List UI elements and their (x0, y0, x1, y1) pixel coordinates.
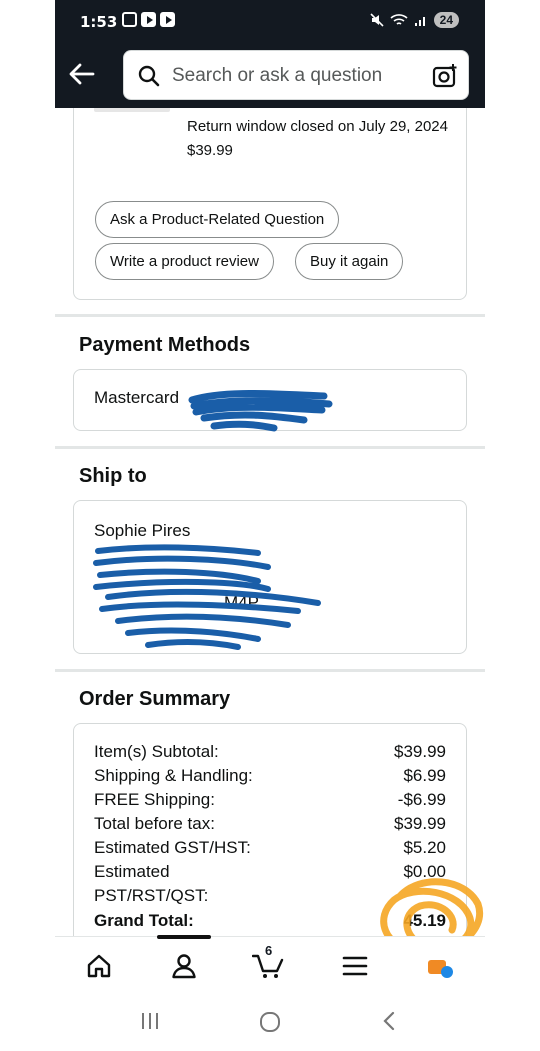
summary-value: $6.99 (403, 766, 446, 785)
nav-account[interactable] (164, 949, 204, 983)
grand-total-value: 45.19 (403, 911, 446, 930)
active-tab-indicator (157, 935, 211, 939)
payment-card-label: Mastercard (94, 388, 180, 407)
summary-label: Shipping & Handling: (94, 766, 253, 785)
order-details-content[interactable]: Return window closed on July 29, 2024 $3… (55, 108, 485, 936)
recipient-name: Sophie Pires (94, 521, 191, 540)
summary-value: $5.20 (403, 838, 446, 857)
summary-label: Total before tax: (94, 814, 215, 833)
system-status-icons: 24 (370, 12, 459, 28)
ship-to-title: Ship to (79, 465, 147, 487)
summary-value: -$6.99 (397, 790, 446, 809)
ask-question-button[interactable]: Ask a Product-Related Question (95, 201, 340, 238)
summary-value: $39.99 (394, 742, 446, 761)
wifi-icon (390, 14, 408, 25)
return-window-text: Return window closed on July 29, 2024 (187, 118, 448, 135)
search-input[interactable] (172, 63, 402, 89)
nav-home[interactable] (79, 949, 119, 983)
phone-screen: 1:53 24 Search or ask a question Return … (55, 0, 485, 1051)
item-info: Return window closed on July 29, 2024 $3… (187, 115, 457, 163)
redaction-scribble (188, 390, 333, 432)
payment-methods-title: Payment Methods (79, 334, 251, 356)
write-review-button[interactable]: Write a product review (95, 243, 274, 280)
search-icon (138, 65, 160, 87)
system-back-icon[interactable] (380, 1010, 398, 1032)
nav-menu[interactable] (335, 949, 375, 983)
camera-search-icon[interactable] (432, 63, 458, 89)
youtube-icon-2 (160, 12, 175, 27)
nav-rufus-assistant[interactable] (419, 949, 459, 983)
summary-row: Estimated PST/RST/QST: $0.00 (94, 860, 446, 908)
recent-apps-icon[interactable] (139, 1010, 161, 1032)
status-time: 1:53 (80, 13, 118, 31)
status-bar: 1:53 24 (55, 0, 485, 44)
summary-value: $39.99 (394, 814, 446, 833)
bottom-nav: 6 (55, 935, 485, 992)
item-price: $39.99 (187, 142, 233, 159)
summary-label: Estimated GST/HST: (94, 838, 251, 857)
order-summary-box: Item(s) Subtotal: $39.99 Shipping & Hand… (73, 723, 484, 936)
youtube-icon (141, 12, 156, 27)
notification-icons (122, 12, 175, 27)
back-arrow-icon[interactable] (67, 62, 97, 86)
hamburger-menu-icon (342, 956, 368, 976)
mute-icon (370, 13, 384, 27)
nav-cart[interactable]: 6 (249, 943, 289, 983)
summary-label: Item(s) Subtotal: (94, 742, 219, 761)
search-box[interactable] (123, 50, 469, 100)
home-button-icon[interactable] (258, 1010, 282, 1034)
summary-label: Estimated (94, 862, 170, 881)
system-navigation-bar (55, 992, 485, 1051)
product-thumbnail[interactable] (94, 108, 170, 112)
signal-icon (414, 17, 425, 26)
summary-value: $0.00 (403, 862, 446, 881)
ship-to-box: Sophie Pires M4P (73, 500, 467, 654)
screenshot-icon (122, 12, 137, 27)
section-divider (55, 314, 485, 317)
payment-method-box[interactable]: Mastercard (73, 369, 467, 432)
section-divider (55, 669, 485, 672)
battery-level: 24 (433, 12, 459, 28)
order-summary-title: Order Summary (79, 688, 231, 710)
home-icon (87, 954, 111, 978)
summary-label-continued: PST/RST/QST: (94, 886, 209, 905)
section-divider (55, 446, 485, 449)
postal-code-fragment: M4P (224, 593, 259, 612)
summary-label: FREE Shipping: (94, 790, 215, 809)
buy-again-button[interactable]: Buy it again (295, 243, 404, 280)
cart-count-badge: 6 (265, 943, 273, 958)
item-card: Return window closed on July 29, 2024 $3… (73, 108, 467, 300)
address-redaction-scribble (93, 544, 321, 650)
top-bar: 1:53 24 (55, 0, 485, 108)
rufus-assistant-icon (428, 960, 453, 978)
person-icon (172, 954, 196, 979)
grand-total-label: Grand Total: (94, 911, 194, 930)
